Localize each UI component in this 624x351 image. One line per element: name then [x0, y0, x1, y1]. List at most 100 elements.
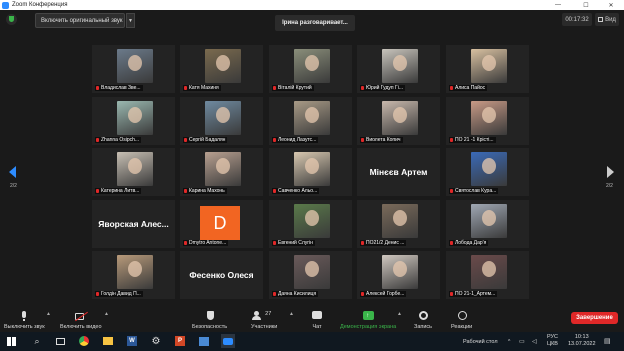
participant-tile[interactable]: Алиса Пайос [446, 45, 529, 93]
desktop-label[interactable]: Рабочий стол [463, 339, 498, 345]
chrome-icon[interactable] [77, 334, 91, 348]
settings-gear-icon[interactable]: ⚙ [149, 334, 163, 348]
participant-tile[interactable]: ПО 21-1_Артем... [446, 251, 529, 299]
participant-tile[interactable]: Лобода Дар'я [446, 200, 529, 248]
start-video-button[interactable]: Включить видео [60, 305, 102, 332]
clock[interactable]: 10:13 13.07.2022 [568, 334, 596, 348]
maximize-icon[interactable]: ☐ [576, 0, 596, 10]
view-button[interactable]: Вид [595, 13, 619, 26]
participant-tile[interactable]: Катерина Литв... [92, 148, 175, 196]
task-view-icon[interactable] [53, 334, 67, 348]
participant-name: Савченко Альо... [272, 188, 320, 194]
participant-video [294, 49, 330, 83]
network-icon[interactable]: ▭ [519, 338, 525, 345]
search-icon[interactable]: ⌕ [30, 334, 44, 348]
zoom-taskbar-icon[interactable] [221, 334, 235, 348]
participant-tile[interactable]: Zhanna Osipch... [92, 97, 175, 145]
participant-silhouette [128, 158, 142, 174]
participant-tile[interactable]: Святослав Кура... [446, 148, 529, 196]
word-icon[interactable]: W [125, 334, 139, 348]
volume-icon[interactable]: ◁ [532, 338, 537, 345]
muted-mic-icon [96, 292, 99, 296]
muted-mic-icon [96, 138, 99, 142]
participant-silhouette [305, 158, 319, 174]
participant-name-text: Алексей Горбе... [366, 291, 405, 297]
active-speaker-label: Ірина разговаривает... [275, 15, 355, 31]
participant-name-text: Даяна Кисилиця [278, 291, 317, 297]
powerpoint-icon[interactable]: P [173, 334, 187, 348]
video-options-chevron-icon[interactable]: ▲ [104, 311, 109, 317]
muted-mic-icon [184, 138, 187, 142]
participant-tile[interactable]: Яворская Алес... [92, 200, 175, 248]
minimize-icon[interactable]: — [548, 0, 568, 10]
participant-name-text: Юрий Гудуп Гі... [366, 85, 404, 91]
participant-name: ПО 21-1_Артем... [449, 291, 498, 297]
view-label: Вид [605, 16, 616, 23]
start-video-label: Включить видео [60, 324, 102, 330]
participant-tile[interactable]: Виолета Копич [357, 97, 440, 145]
participant-video [117, 101, 153, 135]
chat-button[interactable]: Чат [311, 305, 323, 332]
notification-icon[interactable]: ▤ [604, 337, 611, 345]
participant-name-text: Сергій Бадалян [189, 137, 226, 143]
share-screen-button[interactable]: ↑ Демонстрация экрана [340, 305, 396, 332]
participant-silhouette [482, 55, 496, 71]
app-window-icon[interactable] [197, 334, 211, 348]
participant-video [294, 204, 330, 238]
participant-tile[interactable]: ПО21/2 Денис ... [357, 200, 440, 248]
original-sound-button[interactable]: Включить оригинальный звук [35, 13, 125, 28]
share-options-chevron-icon[interactable]: ▲ [397, 311, 402, 317]
end-meeting-button[interactable]: Завершение [571, 312, 618, 324]
participant-name: Алиса Пайос [449, 85, 488, 91]
participant-name-text: Савченко Альо... [278, 188, 318, 194]
participant-video [382, 204, 418, 238]
audio-options-chevron-icon[interactable]: ▲ [46, 311, 51, 317]
file-explorer-icon[interactable] [101, 334, 115, 348]
participant-name: Юрий Гудуп Гі... [360, 85, 406, 91]
participant-video [382, 101, 418, 135]
participant-name-text: Владислав Зве... [101, 85, 141, 91]
participant-tile[interactable]: Савченко Альо... [269, 148, 352, 196]
participant-tile[interactable]: Мінєєв Артем [357, 148, 440, 196]
participant-tile[interactable]: D Dmytro Antone... [180, 200, 263, 248]
tray-chevron-icon[interactable]: ^ [508, 339, 510, 345]
participant-silhouette [216, 55, 230, 71]
participant-name: Леонид Лазутс... [272, 137, 319, 143]
participant-tile[interactable]: Юрий Гудуп Гі... [357, 45, 440, 93]
reactions-button[interactable]: Реакции [451, 305, 472, 332]
participant-silhouette [216, 107, 230, 123]
windows-start-icon[interactable] [4, 334, 18, 348]
participant-tile[interactable]: Катя Махиня [180, 45, 263, 93]
input-language[interactable]: РУС ЦКВ [547, 334, 558, 348]
close-icon[interactable]: ✕ [601, 0, 621, 10]
participant-tile[interactable]: Голдін Давид П... [92, 251, 175, 299]
chevron-down-icon[interactable]: ▼ [126, 13, 135, 28]
next-page-arrow-icon[interactable] [607, 166, 614, 178]
participants-button[interactable]: 27 Участники [251, 305, 277, 332]
participant-tile[interactable]: Леонид Лазутс... [269, 97, 352, 145]
participant-tile[interactable]: Евгений Слугін [269, 200, 352, 248]
security-button[interactable]: Безопасность [192, 305, 227, 332]
participants-chevron-icon[interactable]: ▲ [289, 311, 294, 317]
muted-mic-icon [96, 189, 99, 193]
participant-tile[interactable]: Карина Махонь [180, 148, 263, 196]
participant-tile[interactable]: Владислав Зве... [92, 45, 175, 93]
participant-video [471, 101, 507, 135]
participant-tile[interactable]: Фесенко Олеся [180, 251, 263, 299]
security-shield-icon[interactable] [6, 14, 17, 25]
participant-tile[interactable]: Даяна Кисилиця [269, 251, 352, 299]
participant-name: Голдін Давид П... [95, 291, 143, 297]
meeting-timer: 00:17:32 [562, 13, 592, 26]
participant-tile[interactable]: Віталій Крутий [269, 45, 352, 93]
participant-tile[interactable]: ПО 21 -1 Крісті... [446, 97, 529, 145]
previous-page-arrow-icon[interactable] [9, 166, 16, 178]
participant-name-text: Лобода Дар'я [455, 240, 487, 246]
participant-silhouette [216, 158, 230, 174]
participant-name: Карина Махонь [183, 188, 227, 194]
reactions-label: Реакции [451, 324, 473, 330]
participant-tile[interactable]: Алексей Горбе... [357, 251, 440, 299]
record-button[interactable]: Запись [414, 305, 432, 332]
participant-silhouette [305, 210, 319, 226]
participant-tile[interactable]: Сергій Бадалян [180, 97, 263, 145]
mute-button[interactable]: Выключить звук [4, 305, 45, 332]
